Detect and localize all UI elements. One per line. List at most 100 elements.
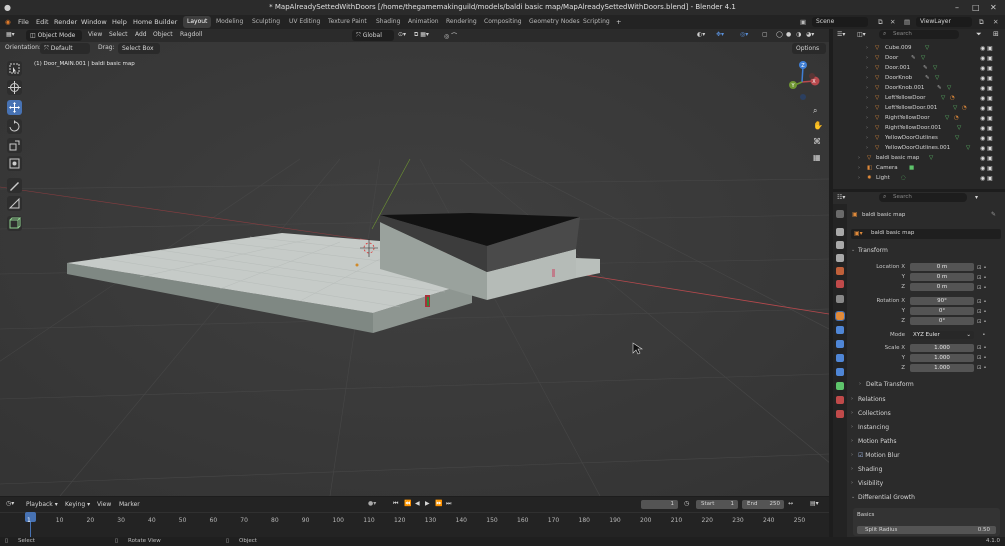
menu-render[interactable]: Render [54, 18, 77, 26]
outliner-panel[interactable]: ☰▾ ◫▾ ⌕ Search ⏷ ⊞ › ▽ Cube.009 ▽ › ▽ Door ✎ ▽ … [833, 29, 1005, 189]
shading-wireframe-icon[interactable]: ◯ [776, 31, 783, 38]
panel-relations[interactable]: › Relations [850, 394, 1002, 406]
view-layer-icon[interactable]: ▤ [904, 18, 910, 26]
object-mode-dropdown[interactable]: ◫ Object Mode [26, 30, 82, 41]
expand-chevron-icon[interactable]: › [866, 105, 868, 111]
expand-chevron-icon[interactable]: › [858, 155, 860, 161]
end-frame-field[interactable]: End 250 [742, 500, 784, 509]
render-tab-icon[interactable] [836, 228, 844, 236]
viewport-menu-ragdoll[interactable]: Ragdoll [180, 31, 202, 38]
menu-home-builder[interactable]: Home Builder [133, 18, 177, 26]
eye-icon[interactable]: ◉ ▣ [980, 44, 1004, 54]
jump-next-key-icon[interactable]: ⏩ [435, 500, 442, 507]
expand-chevron-icon[interactable]: › [866, 85, 868, 91]
expand-chevron-icon[interactable]: › [866, 75, 868, 81]
lock-icon[interactable]: ⊡ • [977, 363, 999, 373]
shading-rendered-icon[interactable]: ◕▾ [806, 31, 814, 38]
jump-end-icon[interactable]: ⏭ [446, 500, 451, 508]
pan-hand-icon[interactable]: ✋ [813, 121, 823, 130]
rotation-mode-dropdown[interactable]: XYZ Euler ⌄ [910, 331, 974, 339]
timeline-options-icon[interactable]: ▤▾ [810, 500, 819, 507]
outliner-editor-icon[interactable]: ☰▾ [837, 31, 845, 38]
scene-icon[interactable]: ▣ [800, 18, 806, 26]
tab-layout[interactable]: Layout [183, 16, 212, 28]
lock-icon[interactable]: ⊡ • [977, 317, 999, 327]
viewport-menu-view[interactable]: View [88, 31, 102, 38]
camera-view-icon[interactable]: ⌘ [813, 137, 821, 146]
viewport-menu-object[interactable]: Object [153, 31, 173, 38]
timeline-menu-view[interactable]: View [97, 501, 111, 508]
viewport-menu-select[interactable]: Select [109, 31, 128, 38]
texture-tab-icon[interactable] [836, 410, 844, 418]
tool-select-box[interactable] [7, 61, 22, 76]
lock-icon[interactable]: ⊡ • [977, 343, 999, 353]
expand-chevron-icon[interactable]: › [866, 55, 868, 61]
eye-icon[interactable]: ◉ ▣ [980, 94, 1004, 104]
overlay-toggle-icon[interactable]: ◎▾ [740, 31, 748, 38]
lock-icon[interactable]: ⊡ • [977, 307, 999, 317]
outliner-filter-icon[interactable]: ⏷ [976, 30, 982, 39]
outliner-display-icon[interactable]: ◫▾ [857, 31, 866, 38]
viewport-scene[interactable] [0, 29, 829, 496]
tab-uv-editing[interactable]: UV Editing [285, 16, 324, 28]
visibility-icon[interactable]: ◐▾ [697, 31, 705, 38]
play-icon[interactable]: ▶ [425, 500, 430, 507]
lock-icon[interactable]: ⊡ • [977, 263, 999, 273]
tab-sculpting[interactable]: Sculpting [248, 16, 284, 28]
tab-compositing[interactable]: Compositing [480, 16, 526, 28]
lock-icon[interactable]: ⊡ • [977, 353, 999, 363]
eye-icon[interactable]: ◉ ▣ [980, 64, 1004, 74]
view-layer-tab-icon[interactable] [836, 254, 844, 262]
viewport-3d[interactable] [0, 29, 829, 496]
navigation-gizmo[interactable]: X Z Y [782, 58, 826, 102]
shading-solid-icon[interactable]: ● [786, 31, 791, 38]
tool-move[interactable] [7, 100, 22, 115]
timeline-menu-keying[interactable]: Keying ▾ [65, 501, 90, 508]
eye-icon[interactable]: ◉ ▣ [980, 54, 1004, 64]
transform-orientation-dropdown[interactable]: ⤧ Global [352, 30, 394, 41]
play-reverse-icon[interactable]: ◀ [415, 500, 420, 507]
eye-icon[interactable]: ◉ ▣ [980, 174, 1004, 184]
lock-icon[interactable]: ⊡ • [977, 273, 999, 283]
tab-geometry-nodes[interactable]: Geometry Nodes [525, 16, 584, 28]
eye-icon[interactable]: ◉ ▣ [980, 84, 1004, 94]
shading-material-icon[interactable]: ◑ [796, 31, 801, 38]
properties-editor-icon[interactable]: ☷▾ [837, 194, 845, 201]
scale-x-field[interactable]: 1.000 [910, 344, 974, 352]
expand-chevron-icon[interactable]: › [866, 65, 868, 71]
expand-chevron-icon[interactable]: › [866, 95, 868, 101]
scene-copy-icon[interactable]: ⧉ [878, 18, 883, 27]
panel-collections[interactable]: › Collections [850, 408, 1002, 420]
location-x-field[interactable]: 0 m [910, 263, 974, 271]
panel-motion-blur[interactable]: › ☑ Motion Blur [850, 450, 1002, 462]
tool-scale[interactable] [7, 138, 22, 153]
panel-motion-paths[interactable]: › Motion Paths [850, 436, 1002, 448]
add-workspace-icon[interactable]: + [616, 18, 621, 26]
new-collection-icon[interactable]: ⊞ [993, 30, 999, 38]
eye-icon[interactable]: ◉ ▣ [980, 114, 1004, 124]
close-icon[interactable]: ✕ [990, 3, 997, 12]
tab-scripting[interactable]: Scripting [579, 16, 614, 28]
timeline-menu-playback[interactable]: Playback ▾ [26, 501, 58, 508]
physics-tab-icon[interactable] [836, 354, 844, 362]
expand-chevron-icon[interactable]: › [858, 165, 860, 171]
scale-z-field[interactable]: 1.000 [910, 364, 974, 372]
delta-transform-header[interactable]: › Delta Transform [858, 379, 1005, 391]
view-layer-field[interactable]: ViewLayer [916, 17, 972, 27]
collection-tab-icon[interactable] [836, 295, 844, 303]
expand-chevron-icon[interactable]: › [866, 145, 868, 151]
scene-delete-icon[interactable]: ✕ [890, 18, 895, 26]
blender-menu-icon[interactable]: ◉ [5, 18, 11, 26]
tab-shading[interactable]: Shading [372, 16, 404, 28]
menu-window[interactable]: Window [81, 18, 107, 26]
panel-instancing[interactable]: › Instancing [850, 422, 1002, 434]
eye-icon[interactable]: ◉ ▣ [980, 104, 1004, 114]
transform-panel-header[interactable]: ⌄ Transform [850, 245, 1002, 257]
start-frame-field[interactable]: Start 1 [696, 500, 738, 509]
lock-icon[interactable]: ⊡ • [977, 283, 999, 293]
pin-icon[interactable]: ✎ [991, 211, 996, 218]
object-name-field[interactable]: ▣▾ baldi basic map [851, 229, 1001, 239]
expand-chevron-icon[interactable]: › [866, 125, 868, 131]
tool-transform[interactable] [7, 156, 22, 171]
snap-icon[interactable]: ⧉ ▦▾ [414, 31, 429, 39]
